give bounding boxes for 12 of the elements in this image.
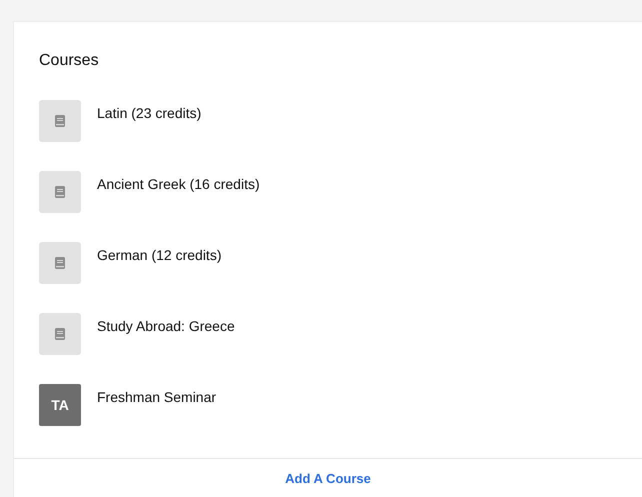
book-icon [55,186,65,198]
course-name[interactable]: German (12 credits) [97,247,222,263]
book-icon [55,115,65,127]
course-avatar: TA [39,384,81,426]
course-name[interactable]: Latin (23 credits) [97,105,202,121]
course-name[interactable]: Study Abroad: Greece [97,318,235,334]
course-name[interactable]: Freshman Seminar [97,389,216,405]
card-title: Courses [39,52,100,70]
book-icon [55,257,65,269]
course-name[interactable]: Ancient Greek (16 credits) [97,176,260,192]
add-course-link[interactable]: Add A Course [285,470,371,486]
book-icon [55,328,65,340]
